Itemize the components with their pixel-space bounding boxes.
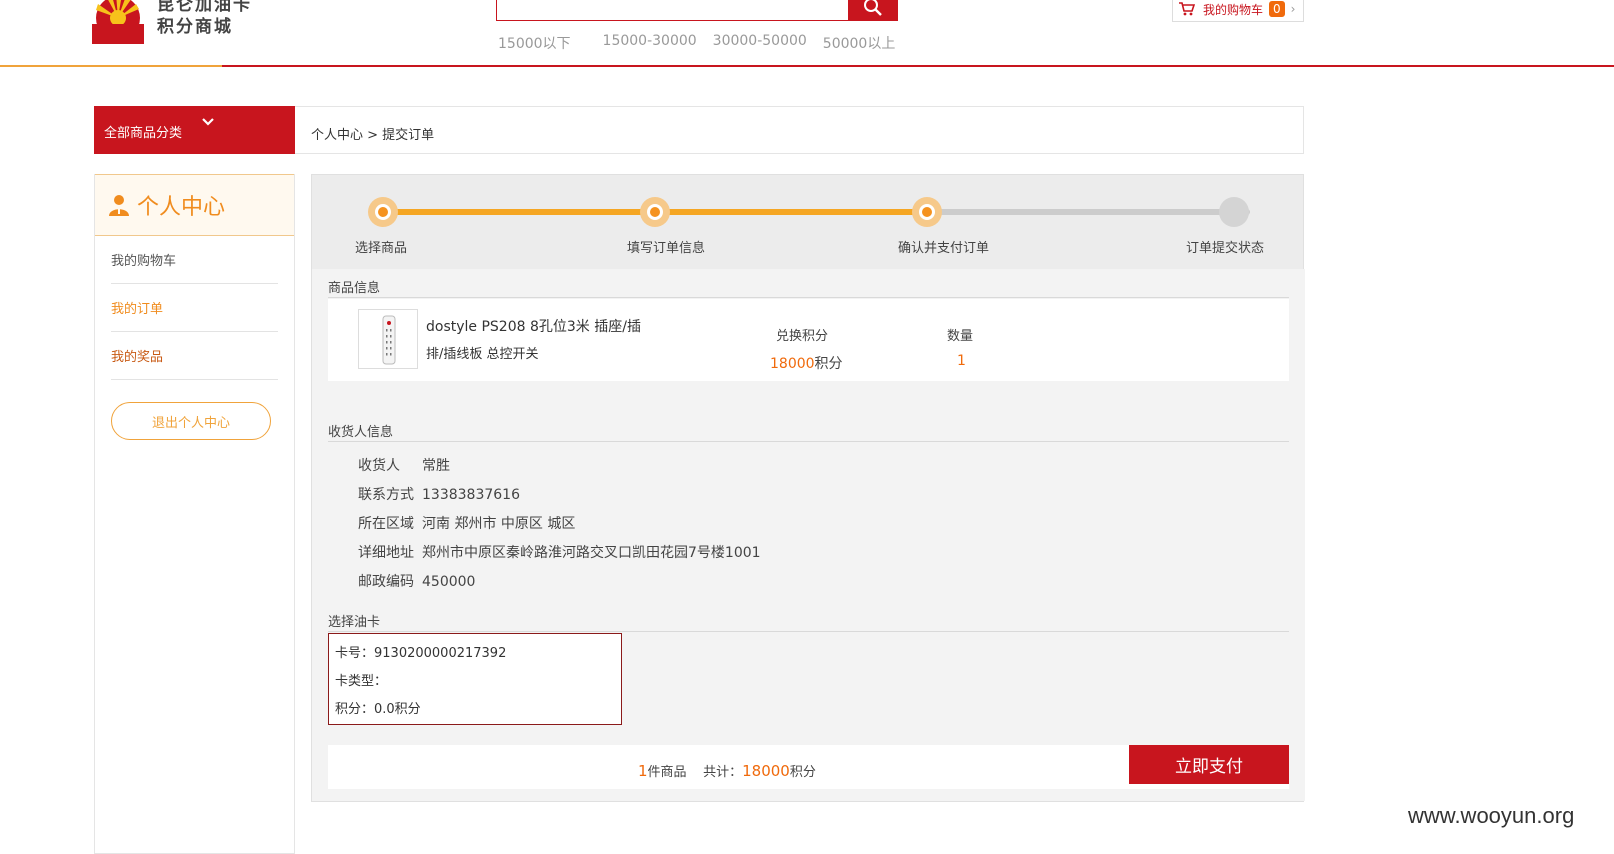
step-dot-4 xyxy=(1219,197,1249,227)
item-count: 1 xyxy=(638,762,648,780)
sidebar-item-orders[interactable]: 我的订单 xyxy=(111,284,278,332)
breadcrumb: 个人中心 > 提交订单 xyxy=(295,106,1304,154)
section-divider xyxy=(328,631,1289,632)
receiver-postcode-row: 邮政编码 450000 xyxy=(358,571,475,591)
card-type: 卡类型： xyxy=(335,674,388,689)
item-count-suffix: 件商品 xyxy=(647,765,687,780)
total-label: 共计： xyxy=(703,765,743,780)
step-label: 确认并支付订单 xyxy=(898,241,990,256)
cart-icon xyxy=(1179,2,1195,16)
receiver-name-row: 收货人 常胜 xyxy=(358,455,450,475)
sidebar-item-label: 我的订单 xyxy=(111,302,164,317)
row-label: 详细地址 xyxy=(358,545,414,561)
card-points: 积分：0.0积分 xyxy=(335,702,421,717)
row-value: 郑州市中原区秦岭路淮河路交叉口凯田花园7号楼1001 xyxy=(422,545,761,561)
points-value: 18000积分 xyxy=(770,353,843,373)
product-row: dostyle PS208 8孔位3米 插座/插 排/插线板 总控开关 兑换积分… xyxy=(328,299,1289,381)
receiver-section-title: 收货人信息 xyxy=(328,425,394,440)
row-value: 450000 xyxy=(422,574,476,590)
product-image[interactable] xyxy=(358,309,418,369)
row-label: 联系方式 xyxy=(358,487,414,503)
header-divider xyxy=(0,65,1614,67)
oil-card-section-title: 选择油卡 xyxy=(328,615,381,630)
cart-label: 我的购物车 xyxy=(1203,2,1264,17)
price-filter-link[interactable]: 50000以上 xyxy=(823,33,896,53)
sidebar-item-label: 我的奖品 xyxy=(111,350,164,365)
quantity-value: 1 xyxy=(957,353,966,369)
row-label: 收货人 xyxy=(358,458,400,474)
search-input[interactable] xyxy=(497,0,848,20)
product-name-line1: dostyle PS208 8孔位3米 插座/插 xyxy=(426,319,641,335)
sidebar-header: 个人中心 xyxy=(95,174,294,236)
receiver-address-row: 详细地址 郑州市中原区秦岭路淮河路交叉口凯田花园7号楼1001 xyxy=(358,542,761,562)
row-label: 所在区域 xyxy=(358,516,414,532)
sidebar-item-label: 我的购物车 xyxy=(111,254,177,269)
all-categories-label: 全部商品分类 xyxy=(104,126,183,141)
cart-button[interactable]: 我的购物车 0 › xyxy=(1172,0,1304,22)
total-points: 18000 xyxy=(742,762,790,780)
section-divider xyxy=(328,297,1289,298)
price-filter-link[interactable]: 30000-50000 xyxy=(713,33,807,53)
user-icon xyxy=(109,195,129,216)
chevron-down-icon xyxy=(202,114,214,130)
step-dot-3 xyxy=(912,197,942,227)
row-value: 13383837616 xyxy=(422,487,520,503)
receiver-region-row: 所在区域 河南 郑州市 中原区 城区 xyxy=(358,513,575,533)
receiver-phone-row: 联系方式 13383837616 xyxy=(358,484,520,504)
sidebar-title: 个人中心 xyxy=(137,195,226,220)
petrochina-logo-icon xyxy=(92,0,144,44)
logo-line2: 积分商城 xyxy=(157,17,233,37)
pay-now-button[interactable]: 立即支付 xyxy=(1129,745,1289,784)
row-label: 邮政编码 xyxy=(358,574,414,590)
order-details: 商品信息 dostyle PS208 8孔位3米 插座/插 排/插线板 总控开关… xyxy=(312,269,1305,801)
power-strip-image xyxy=(382,315,396,365)
cart-count-badge: 0 xyxy=(1269,1,1285,17)
payment-bar: 1件商品 共计：18000积分 立即支付 xyxy=(328,745,1289,789)
logo-line1: 昆仑加油卡 xyxy=(157,0,252,15)
points-unit: 积分 xyxy=(814,356,843,372)
order-main-panel: 选择商品 填写订单信息 确认并支付订单 订单提交状态 商品信息 dostyle … xyxy=(311,174,1305,802)
product-section-title: 商品信息 xyxy=(328,281,381,296)
header-divider-accent xyxy=(0,65,222,67)
step-label: 选择商品 xyxy=(355,241,408,256)
logo-text: 昆仑加油卡 积分商城 xyxy=(157,0,252,38)
step-label: 订单提交状态 xyxy=(1186,241,1265,256)
product-name-line2: 排/插线板 总控开关 xyxy=(426,347,539,362)
card-number: 卡号：9130200000217392 xyxy=(335,646,507,661)
all-categories-button[interactable]: 全部商品分类 xyxy=(94,106,295,154)
search-icon xyxy=(864,0,882,16)
sidebar: 个人中心 我的购物车 我的订单 我的奖品 退出个人中心 xyxy=(94,174,295,854)
points-number: 18000 xyxy=(770,356,815,372)
row-value: 常胜 xyxy=(422,458,450,474)
price-filter-link[interactable]: 15000-30000 xyxy=(603,33,697,53)
step-dot-2 xyxy=(640,197,670,227)
watermark: www.wooyun.org xyxy=(1408,803,1575,828)
price-filter-link[interactable]: 15000以下 xyxy=(498,33,571,53)
quantity-header: 数量 xyxy=(947,329,974,344)
sidebar-item-cart[interactable]: 我的购物车 xyxy=(111,236,278,284)
step-label: 填写订单信息 xyxy=(627,241,706,256)
order-progress-steps: 选择商品 填写订单信息 确认并支付订单 订单提交状态 xyxy=(312,175,1305,269)
product-name[interactable]: dostyle PS208 8孔位3米 插座/插 排/插线板 总控开关 xyxy=(426,313,656,369)
sidebar-item-prizes[interactable]: 我的奖品 xyxy=(111,332,278,380)
logout-label: 退出个人中心 xyxy=(151,415,230,431)
points-header: 兑换积分 xyxy=(776,329,829,344)
step-dot-1 xyxy=(368,197,398,227)
oil-card-option[interactable]: 卡号：9130200000217392 卡类型： 积分：0.0积分 xyxy=(328,633,622,725)
breadcrumb-text: 个人中心 > 提交订单 xyxy=(311,128,435,143)
search-box xyxy=(496,0,848,21)
logout-button[interactable]: 退出个人中心 xyxy=(111,402,271,440)
pay-now-label: 立即支付 xyxy=(1175,757,1243,777)
site-header: 昆仑加油卡 积分商城 15000以下 15000-30000 30000-500… xyxy=(0,0,1614,67)
total-unit: 积分 xyxy=(789,765,816,780)
order-summary: 1件商品 共计：18000积分 xyxy=(638,761,816,780)
section-divider xyxy=(328,441,1289,442)
price-filter-links: 15000以下 15000-30000 30000-50000 50000以上 xyxy=(498,33,911,53)
search-button[interactable] xyxy=(848,0,898,21)
row-value: 河南 郑州市 中原区 城区 xyxy=(422,516,576,532)
chevron-right-icon: › xyxy=(1290,2,1296,16)
